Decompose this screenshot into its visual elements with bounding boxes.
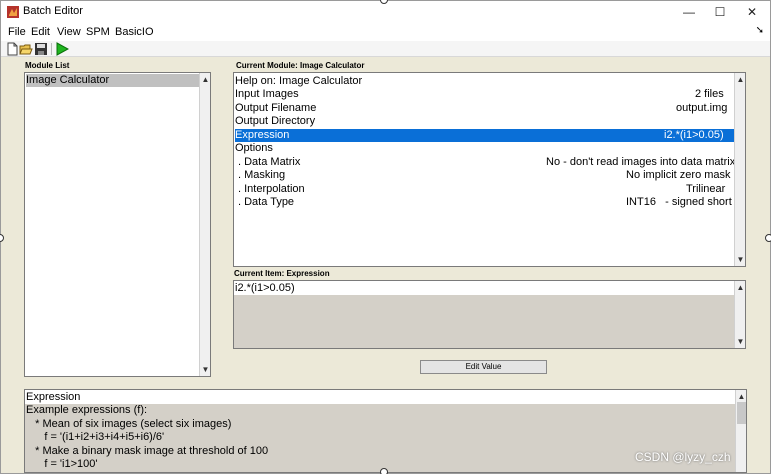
module-row-output-directory[interactable]: Output Directory bbox=[235, 115, 735, 128]
module-row-masking[interactable]: . Masking No implicit zero mask bbox=[235, 169, 735, 182]
menu-edit[interactable]: Edit bbox=[31, 26, 50, 38]
row-label: Output Directory bbox=[235, 115, 316, 127]
module-row-output-filename[interactable]: Output Filename output.img bbox=[235, 102, 735, 115]
title-bar[interactable]: Batch Editor — ☐ ✕ bbox=[1, 1, 770, 23]
current-item-label: Current Item: Expression bbox=[234, 269, 330, 278]
module-row-expression[interactable]: Expression i2.*(i1>0.05) bbox=[235, 129, 735, 142]
current-item-box[interactable]: i2.*(i1>0.05) ▲ ▼ bbox=[233, 280, 746, 349]
menu-file[interactable]: File bbox=[8, 26, 26, 38]
edit-value-button[interactable]: Edit Value bbox=[420, 360, 547, 374]
module-row-help[interactable]: Help on: Image Calculator bbox=[235, 75, 735, 88]
menu-view[interactable]: View bbox=[57, 26, 81, 38]
help-line: f = 'i1>100' bbox=[26, 458, 98, 470]
toolbar bbox=[1, 41, 770, 57]
row-label: . Data Matrix bbox=[238, 156, 301, 168]
row-value: Trilinear bbox=[686, 183, 726, 195]
maximize-button[interactable]: ☐ bbox=[705, 3, 735, 21]
row-value: 2 files bbox=[695, 88, 724, 100]
close-button[interactable]: ✕ bbox=[737, 3, 767, 21]
row-label: Expression bbox=[235, 129, 290, 141]
menu-overflow-arrow-icon[interactable]: ➘ bbox=[756, 25, 764, 36]
module-list-scrollbar[interactable]: ▲ ▼ bbox=[199, 73, 210, 376]
row-label: . Data Type bbox=[238, 196, 295, 208]
scroll-up-arrow-icon[interactable]: ▲ bbox=[200, 74, 211, 85]
matlab-app-icon bbox=[7, 6, 19, 18]
module-list-item[interactable]: Image Calculator bbox=[26, 74, 199, 87]
row-value: i2.*(i1>0.05) bbox=[664, 129, 724, 141]
module-list[interactable]: Image Calculator ▲ ▼ bbox=[24, 72, 211, 377]
module-list-item-label: Image Calculator bbox=[26, 74, 110, 86]
save-icon[interactable] bbox=[34, 42, 48, 56]
batch-editor-window: Batch Editor — ☐ ✕ File Edit View SPM Ba… bbox=[0, 0, 771, 474]
resize-handle-bottom[interactable] bbox=[380, 468, 388, 474]
help-scroll-thumb[interactable] bbox=[737, 402, 746, 424]
menu-spm[interactable]: SPM bbox=[86, 26, 110, 38]
scroll-down-arrow-icon[interactable]: ▼ bbox=[735, 254, 746, 265]
row-label: Help on: Image Calculator bbox=[235, 75, 363, 87]
module-row-data-matrix[interactable]: . Data Matrix No - don't read images int… bbox=[235, 156, 735, 169]
module-row-data-type[interactable]: . Data Type INT16 - signed short bbox=[235, 196, 735, 209]
scroll-down-arrow-icon[interactable]: ▼ bbox=[735, 336, 746, 347]
current-module-list[interactable]: Help on: Image Calculator Input Images 2… bbox=[233, 72, 746, 267]
help-title: Expression bbox=[26, 391, 81, 403]
row-value: No implicit zero mask bbox=[626, 169, 731, 181]
minimize-button[interactable]: — bbox=[674, 3, 704, 21]
help-line: f = '(i1+i2+i3+i4+i5+i6)/6' bbox=[26, 431, 165, 443]
new-file-icon[interactable] bbox=[5, 42, 19, 56]
toolbar-separator bbox=[51, 43, 52, 55]
run-icon[interactable] bbox=[55, 42, 69, 56]
menu-basicio[interactable]: BasicIO bbox=[115, 26, 154, 38]
row-value: output.img bbox=[676, 102, 728, 114]
module-list-label: Module List bbox=[25, 61, 70, 70]
watermark-text: CSDN @lyzy_czh bbox=[635, 450, 731, 464]
resize-handle-right[interactable] bbox=[765, 234, 771, 242]
row-value: INT16 - signed short bbox=[626, 196, 732, 208]
current-item-scrollbar[interactable]: ▲ ▼ bbox=[734, 281, 745, 348]
scroll-up-arrow-icon[interactable]: ▲ bbox=[736, 391, 747, 402]
row-label: Options bbox=[235, 142, 273, 154]
row-value: No - don't read images into data matrix bbox=[546, 156, 736, 168]
help-line: Example expressions (f): bbox=[26, 404, 148, 416]
window-title: Batch Editor bbox=[23, 5, 83, 17]
scroll-up-arrow-icon[interactable]: ▲ bbox=[735, 282, 746, 293]
scroll-up-arrow-icon[interactable]: ▲ bbox=[735, 74, 746, 85]
current-module-label: Current Module: Image Calculator bbox=[236, 61, 365, 70]
current-item-value-row[interactable]: i2.*(i1>0.05) bbox=[234, 281, 734, 295]
scroll-down-arrow-icon[interactable]: ▼ bbox=[200, 364, 211, 375]
help-line: * Mean of six images (select six images) bbox=[26, 418, 232, 430]
menu-bar: File Edit View SPM BasicIO ➘ bbox=[1, 23, 770, 41]
help-title-row bbox=[25, 390, 735, 404]
module-row-options[interactable]: Options bbox=[235, 142, 735, 155]
row-label: Input Images bbox=[235, 88, 299, 100]
module-row-interpolation[interactable]: . Interpolation Trilinear bbox=[235, 183, 735, 196]
help-scrollbar[interactable]: ▲ bbox=[735, 390, 746, 472]
row-label: . Masking bbox=[238, 169, 286, 181]
module-row-input-images[interactable]: Input Images 2 files bbox=[235, 88, 735, 101]
current-module-scrollbar[interactable]: ▲ ▼ bbox=[734, 73, 745, 266]
row-label: Output Filename bbox=[235, 102, 317, 114]
row-label: . Interpolation bbox=[238, 183, 305, 195]
open-folder-icon[interactable] bbox=[19, 42, 33, 56]
help-line: * Make a binary mask image at threshold … bbox=[26, 445, 269, 457]
current-item-value: i2.*(i1>0.05) bbox=[235, 282, 295, 294]
